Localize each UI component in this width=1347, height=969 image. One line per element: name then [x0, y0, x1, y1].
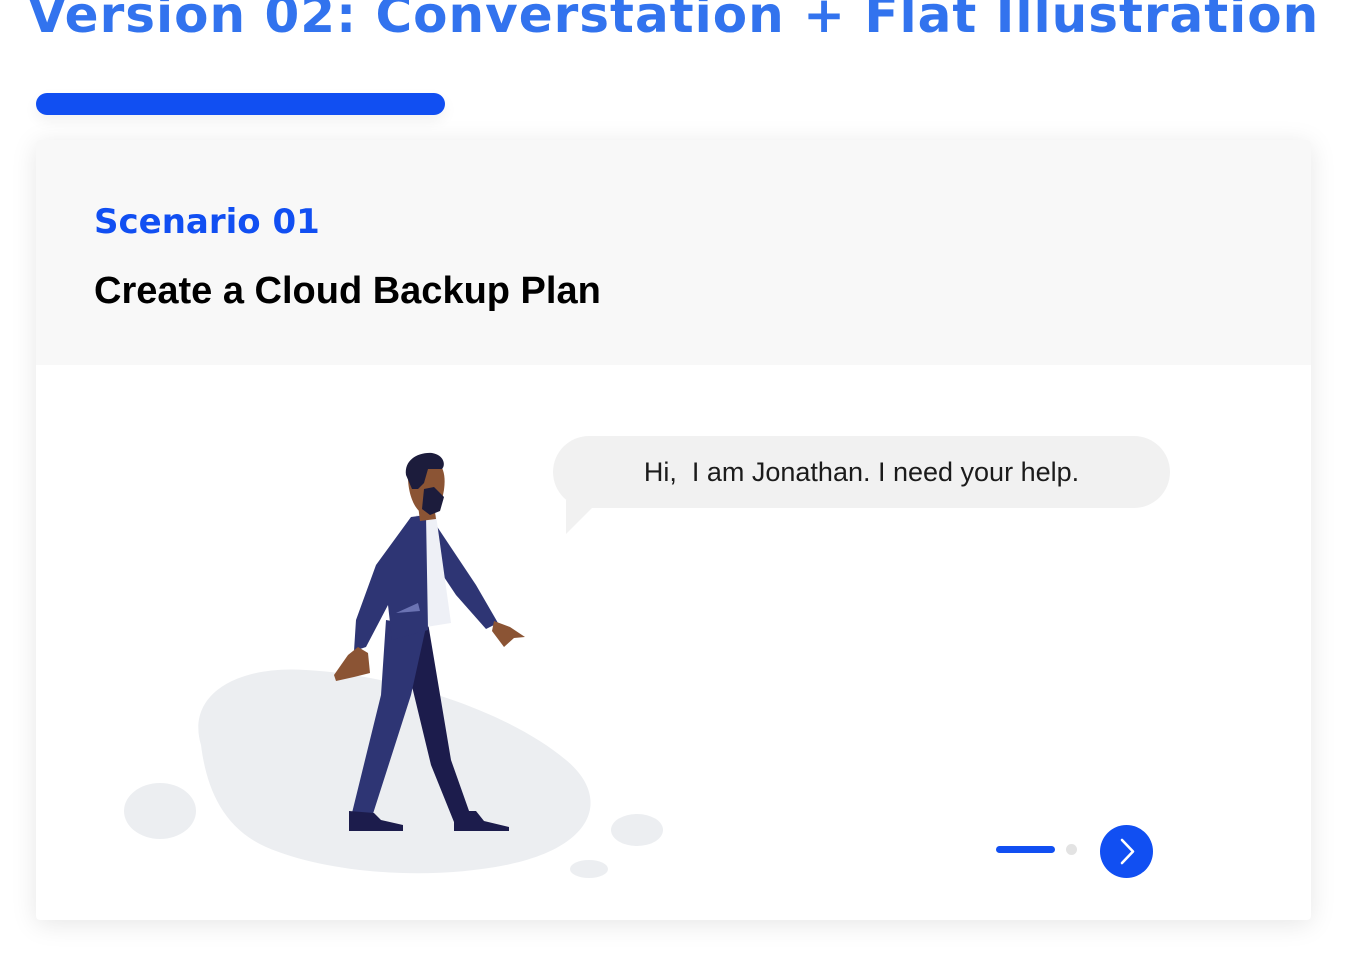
pager — [996, 844, 1086, 856]
ground-bubble-right — [611, 814, 663, 846]
scenario-card: Scenario 01 Create a Cloud Backup Plan H… — [36, 140, 1311, 920]
page-title: Version 02: Converstation + Flat Illustr… — [27, 0, 1320, 44]
scenario-label: Scenario 01 — [94, 202, 320, 242]
pager-indicator-active[interactable] — [996, 846, 1055, 853]
next-button[interactable] — [1100, 825, 1153, 878]
chevron-right-icon — [1120, 838, 1135, 865]
ground-bubble-small — [570, 860, 608, 878]
scenario-title: Create a Cloud Backup Plan — [94, 270, 601, 312]
card-header: Scenario 01 Create a Cloud Backup Plan — [36, 140, 1311, 365]
ground-bubble-left — [124, 783, 196, 839]
speech-text: Hi, I am Jonathan. I need your help. — [643, 457, 1080, 487]
progress-bar — [36, 93, 445, 115]
pager-indicator[interactable] — [1066, 844, 1077, 855]
